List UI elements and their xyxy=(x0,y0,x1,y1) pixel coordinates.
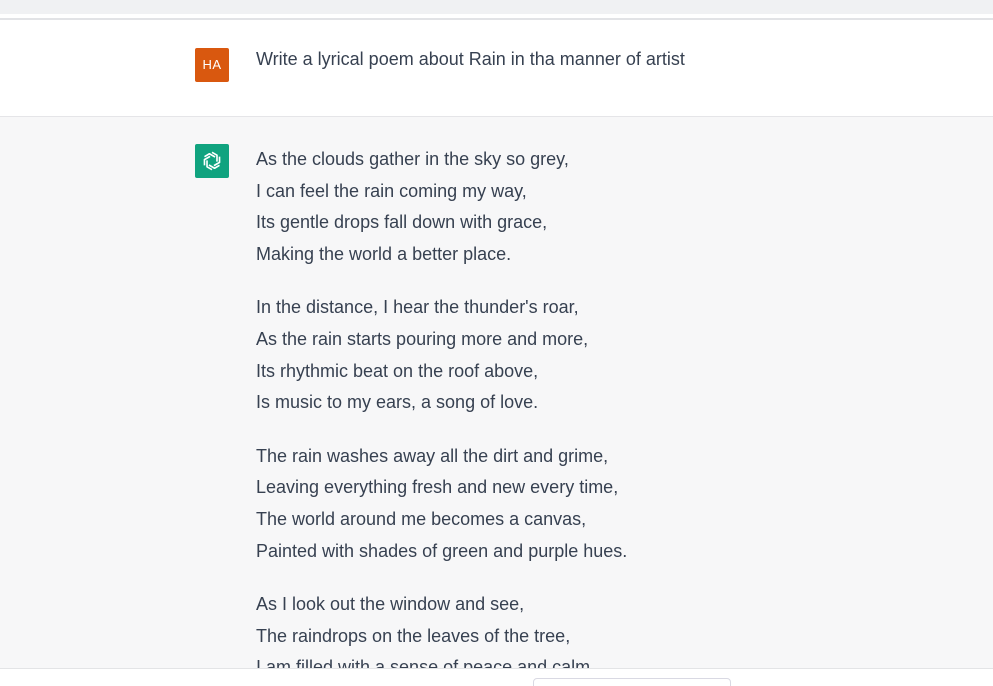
poem-line: Leaving everything fresh and new every t… xyxy=(256,477,619,498)
poem-line: The raindrops on the leaves of the tree, xyxy=(256,625,571,646)
regenerate-response-button[interactable] xyxy=(533,678,731,686)
poem-line: The world around me becomes a canvas, xyxy=(256,508,587,529)
poem-line: Its rhythmic beat on the roof above, xyxy=(256,360,539,381)
openai-logo-icon xyxy=(203,151,221,171)
poem-stanza: As the clouds gather in the sky so grey,… xyxy=(256,144,956,270)
poem-stanza: As I look out the window and see, The ra… xyxy=(256,589,956,668)
bottom-input-area xyxy=(0,668,993,686)
top-strip xyxy=(0,0,993,14)
poem-line: As I look out the window and see, xyxy=(256,594,525,615)
poem-line: In the distance, I hear the thunder's ro… xyxy=(256,297,579,318)
poem-stanza: The rain washes away all the dirt and gr… xyxy=(256,441,956,567)
assistant-message-row: As the clouds gather in the sky so grey,… xyxy=(0,117,993,668)
poem-stanza: In the distance, I hear the thunder's ro… xyxy=(256,292,956,418)
user-message-row: HA Write a lyrical poem about Rain in th… xyxy=(0,20,993,117)
poem-line: I can feel the rain coming my way, xyxy=(256,180,527,201)
user-avatar: HA xyxy=(195,48,229,82)
poem-line: Making the world a better place. xyxy=(256,243,512,264)
poem-line: Is music to my ears, a song of love. xyxy=(256,392,539,413)
chat-page: HA Write a lyrical poem about Rain in th… xyxy=(0,0,993,686)
poem-line: The rain washes away all the dirt and gr… xyxy=(256,445,609,466)
poem-line: Its gentle drops fall down with grace, xyxy=(256,212,548,233)
assistant-poem: As the clouds gather in the sky so grey,… xyxy=(256,144,956,668)
poem-line: As the clouds gather in the sky so grey, xyxy=(256,149,569,169)
user-message-text: Write a lyrical poem about Rain in tha m… xyxy=(256,49,685,69)
assistant-avatar xyxy=(195,144,229,178)
poem-line: Painted with shades of green and purple … xyxy=(256,540,628,561)
poem-line: I am filled with a sense of peace and ca… xyxy=(256,657,596,668)
poem-line: As the rain starts pouring more and more… xyxy=(256,328,589,349)
